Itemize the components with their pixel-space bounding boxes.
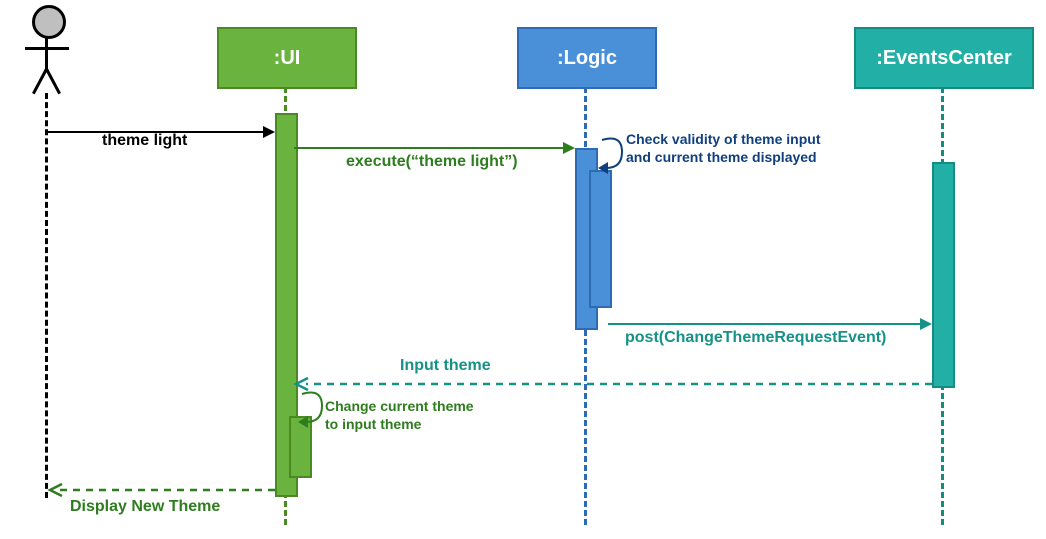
label-post: post(ChangeThemeRequestEvent) [625,329,886,347]
label-self-validity: Check validity of theme input and curren… [626,131,886,166]
label-display-new: Display New Theme [70,498,220,516]
label-execute: execute(“theme light”) [346,153,518,171]
participant-events-label: :EventsCenter [876,47,1012,70]
activation-logic-self [589,170,612,308]
participant-ui-label: :UI [274,47,301,70]
lifeline-actor [45,93,48,498]
sequence-diagram: :UI :Logic :EventsCenter theme light exe… [0,0,1046,539]
participant-ui: :UI [217,27,357,89]
label-self-validity-l2: and current theme displayed [626,149,817,165]
label-self-change: Change current theme to input theme [325,398,525,433]
participant-logic: :Logic [517,27,657,89]
participant-events: :EventsCenter [854,27,1034,89]
label-self-change-l1: Change current theme [325,398,474,414]
arrow-display-new [48,482,275,498]
label-self-change-l2: to input theme [325,416,421,432]
actor-figure [18,5,78,105]
label-theme-light: theme light [102,132,187,150]
label-input-theme: Input theme [400,357,491,375]
activation-events [932,162,955,388]
participant-logic-label: :Logic [557,47,617,70]
label-self-validity-l1: Check validity of theme input [626,131,820,147]
arrow-input-theme [294,376,932,392]
